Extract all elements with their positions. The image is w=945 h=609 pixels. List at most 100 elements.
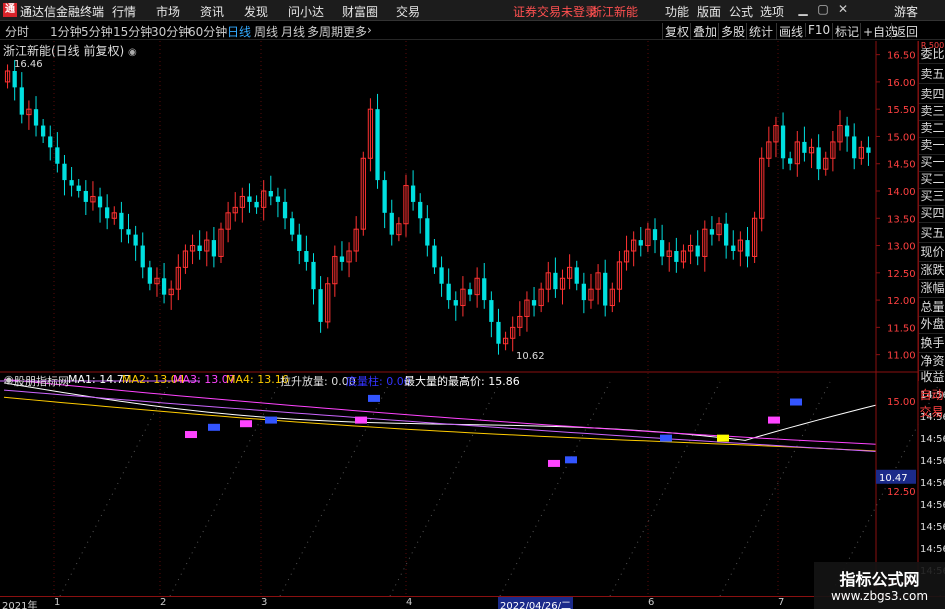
side-item-turnover[interactable]: 换手 xyxy=(919,333,945,353)
period-15min[interactable]: 15分钟 xyxy=(113,23,152,40)
trade-label[interactable]: 交易 xyxy=(918,403,945,421)
candle-body-down xyxy=(659,240,665,257)
period-weekly[interactable]: 周线 xyxy=(254,23,278,40)
date-label-m4: 4 xyxy=(406,597,413,608)
login-status[interactable]: 证券交易未登录 xyxy=(513,3,597,20)
diagonal-gridline xyxy=(609,381,721,597)
restore-icon[interactable]: ▢ xyxy=(816,2,830,16)
indicator-header: ◉ 股朋指标网 MA1: 14.77 MA2: 13.04 MA3: 13.07… xyxy=(0,372,870,388)
volume-marker xyxy=(208,423,220,431)
volume-marker xyxy=(717,434,729,442)
period-30min[interactable]: 30分钟 xyxy=(151,23,190,40)
candle-body-down xyxy=(304,251,309,262)
user-guest[interactable]: 游客 xyxy=(894,3,918,20)
candle-body-down xyxy=(290,218,295,235)
menu-quotes[interactable]: 行情 xyxy=(112,3,136,20)
candle-body-down xyxy=(453,300,458,306)
tool-back[interactable]: 返回 xyxy=(891,23,920,40)
menu-news[interactable]: 资讯 xyxy=(200,3,224,20)
volume-marker xyxy=(368,394,380,402)
volume-marker xyxy=(185,431,197,439)
candle-body-down xyxy=(866,147,871,153)
high-price-label: 16.46 xyxy=(14,59,43,70)
volume-marker xyxy=(790,398,802,406)
tool-overlay[interactable]: 叠加 xyxy=(690,23,719,40)
indicator-settings-icon[interactable]: ◉ xyxy=(4,373,14,386)
price-tick-label: 13.50 xyxy=(887,214,916,225)
period-daily[interactable]: 日线 xyxy=(227,23,251,40)
auto-trade-panel: 自动 交易 xyxy=(918,384,945,424)
price-tick-label: 14.00 xyxy=(887,187,916,198)
candle-body-down xyxy=(432,245,437,268)
menu-wealth[interactable]: 财富圈 xyxy=(342,3,378,20)
candle-body-down xyxy=(489,300,494,322)
candle-body-down xyxy=(126,229,131,235)
watermark-line1: 指标公式网 xyxy=(839,570,920,589)
side-item-buy4[interactable]: 买四 xyxy=(919,203,945,223)
candle-body-down xyxy=(133,234,138,246)
kline-chart[interactable]: 16.50 16.00 15.50 15.00 14.50 14.00 13.50 13.00… xyxy=(0,41,945,609)
period-60min[interactable]: 60分钟 xyxy=(188,23,227,40)
tool-mark[interactable]: 标记 xyxy=(832,23,861,40)
period-tick[interactable]: 分时 xyxy=(5,23,29,40)
menu-discover[interactable]: 发现 xyxy=(244,3,268,20)
menu-function[interactable]: 功能 xyxy=(665,3,689,20)
quote-side-panel: R 500 委比 卖五 卖四 卖三 卖二 卖一 买一 买二 买三 买四 买五 现… xyxy=(918,41,945,384)
candle-body-down xyxy=(247,196,252,202)
candle-body-down xyxy=(709,229,715,235)
side-item-buy5[interactable]: 买五 xyxy=(919,223,945,243)
menu-formula[interactable]: 公式 xyxy=(729,3,753,20)
title-settings-icon[interactable]: ◉ xyxy=(128,47,137,58)
stock-title-text: 浙江新能(日线 前复权) xyxy=(3,44,125,58)
more-chevron-icon[interactable]: › xyxy=(367,23,372,37)
watermark: 指标公式网 www.zbgs3.com xyxy=(814,562,945,609)
diagonal-gridline xyxy=(499,381,611,597)
auto-label[interactable]: 自动 xyxy=(918,386,945,404)
minimize-icon[interactable]: ▁ xyxy=(796,2,810,16)
period-multi[interactable]: 多周期 xyxy=(307,23,343,40)
volume-marker xyxy=(768,416,780,424)
side-item-weibi[interactable]: 委比 xyxy=(919,44,945,64)
candle-body-down xyxy=(574,267,579,284)
tool-draw[interactable]: 画线 xyxy=(776,23,805,40)
menu-ask[interactable]: 问小达 xyxy=(288,3,324,20)
side-item-price[interactable]: 现价 xyxy=(919,242,945,262)
side-item-outer[interactable]: 外盘 xyxy=(919,314,945,334)
app-title: 通达信金融终端 xyxy=(20,5,105,19)
max-volume-high-value: 最大量的最高价: 15.86 xyxy=(404,375,520,388)
candle-body-down xyxy=(339,256,345,262)
price-tick-label: 12.50 xyxy=(887,269,916,280)
volume-marker xyxy=(355,416,367,424)
menu-market[interactable]: 市场 xyxy=(156,3,180,20)
period-toolbar: 分时 1分钟 5分钟 15分钟 30分钟 60分钟 日线 周线 月线 多周期 更… xyxy=(0,22,945,40)
candle-body-down xyxy=(33,109,39,126)
period-1min[interactable]: 1分钟 xyxy=(50,23,82,40)
tool-multi-stock[interactable]: 多股 xyxy=(718,23,747,40)
close-icon[interactable]: ✕ xyxy=(836,2,850,16)
candle-body-down xyxy=(482,278,487,301)
price-tick-label: 16.50 xyxy=(887,51,916,62)
tool-stats[interactable]: 统计 xyxy=(746,23,775,40)
period-more[interactable]: 更多 xyxy=(343,23,367,40)
date-label-m2: 2 xyxy=(160,597,167,608)
period-monthly[interactable]: 月线 xyxy=(281,23,305,40)
chart-axes: 16.50 16.00 15.50 15.00 14.50 14.00 13.50 13.00… xyxy=(0,41,945,596)
tool-f10[interactable]: F10 xyxy=(805,23,832,37)
menu-options[interactable]: 选项 xyxy=(760,3,784,20)
candle-body-down xyxy=(69,180,74,186)
indicator-name[interactable]: 股朋指标网 xyxy=(14,373,69,389)
side-item-sell5[interactable]: 卖五 xyxy=(919,64,945,84)
menu-trade[interactable]: 交易 xyxy=(396,3,420,20)
indicator-tick-label: 12.50 xyxy=(887,487,916,498)
side-item-pct[interactable]: 涨幅 xyxy=(919,278,945,298)
price-tick-label: 15.00 xyxy=(887,132,916,143)
candle-body-down xyxy=(140,245,145,268)
time-tick-label: 14:56 xyxy=(920,522,945,533)
period-5min[interactable]: 5分钟 xyxy=(81,23,113,40)
candle-body-down xyxy=(211,240,217,257)
price-tick-label: 16.00 xyxy=(887,78,916,89)
price-tick-label: 11.00 xyxy=(887,351,916,362)
side-item-change[interactable]: 涨跌 xyxy=(919,260,945,280)
menu-layout[interactable]: 版面 xyxy=(697,3,721,20)
tool-restore-rights[interactable]: 复权 xyxy=(662,23,691,40)
